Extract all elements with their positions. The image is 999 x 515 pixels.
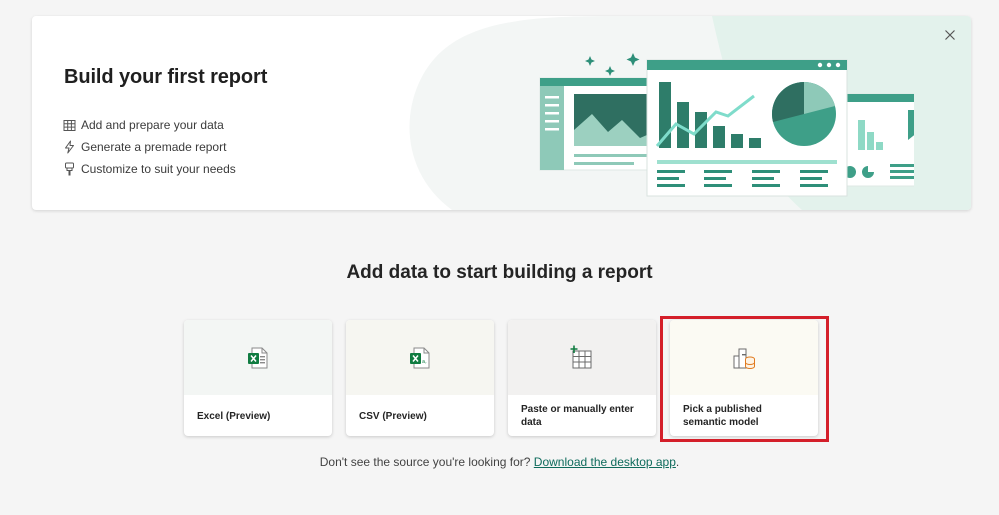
card-icon-area: a,	[346, 320, 494, 395]
card-icon-area	[184, 320, 332, 395]
excel-card[interactable]: Excel (Preview)	[184, 320, 332, 436]
excel-file-icon	[248, 347, 268, 368]
close-button[interactable]	[941, 26, 959, 44]
feature-label: Add and prepare your data	[81, 118, 224, 132]
section-title: Add data to start building a report	[346, 262, 653, 283]
report-illustration	[539, 53, 914, 197]
paste-data-card[interactable]: Paste or manually enter data	[508, 320, 656, 436]
table-add-icon	[570, 345, 592, 368]
semantic-model-card[interactable]: Pick a published semantic model	[670, 320, 818, 436]
feature-item: Add and prepare your data	[62, 114, 236, 136]
footer-prompt: Don't see the source you're looking for?	[319, 455, 531, 469]
lightning-icon	[62, 140, 76, 154]
card-icon-area	[508, 320, 656, 395]
card-label: Excel (Preview)	[197, 411, 271, 422]
semantic-model-icon	[733, 348, 755, 369]
csv-card[interactable]: a, CSV (Preview)	[346, 320, 494, 436]
card-label: Paste or manually enter data	[521, 404, 634, 428]
hero-banner: Build your first report Add and prepare …	[32, 16, 971, 210]
download-desktop-app-link[interactable]: Download the desktop app	[534, 455, 676, 469]
footer-suffix: .	[675, 455, 680, 469]
card-label: CSV (Preview)	[359, 411, 427, 422]
paintbrush-icon	[62, 162, 76, 176]
close-icon	[945, 30, 955, 40]
feature-item: Generate a premade report	[62, 136, 236, 158]
feature-label: Customize to suit your needs	[81, 162, 236, 176]
svg-text:a,: a,	[422, 359, 427, 365]
table-icon	[62, 118, 76, 132]
card-icon-area	[670, 320, 818, 395]
card-label: Pick a published semantic model	[683, 404, 762, 428]
feature-list: Add and prepare your data Generate a pre…	[62, 114, 236, 180]
feature-item: Customize to suit your needs	[62, 158, 236, 180]
feature-label: Generate a premade report	[81, 140, 227, 154]
hero-title: Build your first report	[64, 66, 268, 88]
csv-file-icon: a,	[410, 347, 430, 368]
footer-text: Don't see the source you're looking for?…	[0, 455, 999, 469]
